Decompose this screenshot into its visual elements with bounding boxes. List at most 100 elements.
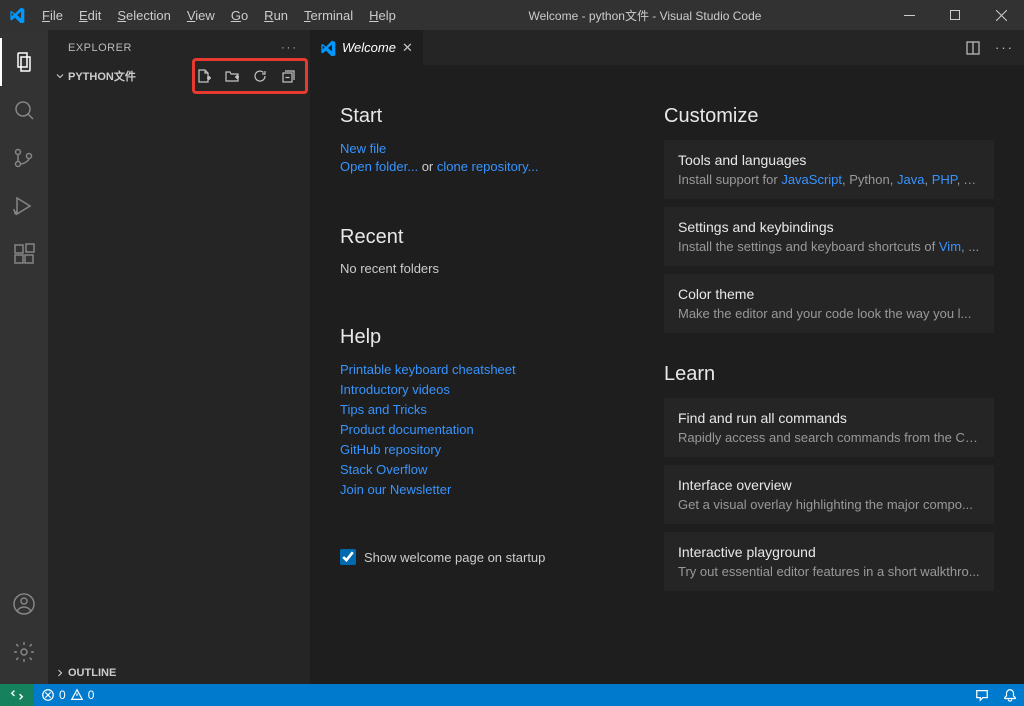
recent-section: Recent No recent folders bbox=[340, 226, 624, 276]
new-folder-icon[interactable] bbox=[224, 68, 240, 84]
card-title: Color theme bbox=[678, 286, 980, 302]
card-title: Find and run all commands bbox=[678, 410, 980, 426]
welcome-page: Start New file Open folder... or clone r… bbox=[310, 65, 1024, 684]
card-settings-keybindings[interactable]: Settings and keybindings Install the set… bbox=[664, 207, 994, 266]
outline-label: OUTLINE bbox=[68, 667, 116, 679]
sidebar-more-icon[interactable]: ··· bbox=[281, 42, 298, 54]
learn-heading: Learn bbox=[664, 363, 994, 386]
status-notifications[interactable] bbox=[996, 688, 1024, 702]
split-editor-icon[interactable] bbox=[965, 40, 981, 56]
tab-welcome[interactable]: Welcome ✕ bbox=[310, 30, 423, 65]
help-heading: Help bbox=[340, 326, 624, 349]
sidebar-title: EXPLORER bbox=[68, 42, 132, 54]
menu-view[interactable]: View bbox=[179, 4, 223, 27]
activity-source-control[interactable] bbox=[0, 134, 48, 182]
help-link[interactable]: Introductory videos bbox=[340, 382, 450, 397]
card-body: Install the settings and keyboard shortc… bbox=[678, 239, 980, 254]
titlebar: File Edit Selection View Go Run Terminal… bbox=[0, 0, 1024, 30]
new-file-icon[interactable] bbox=[196, 68, 212, 84]
help-link[interactable]: GitHub repository bbox=[340, 442, 441, 457]
remote-indicator[interactable] bbox=[0, 684, 34, 706]
show-on-startup-label: Show welcome page on startup bbox=[364, 550, 545, 565]
card-tools-languages[interactable]: Tools and languages Install support for … bbox=[664, 140, 994, 199]
menu-selection[interactable]: Selection bbox=[109, 4, 178, 27]
warnings-count: 0 bbox=[88, 688, 95, 702]
vscode-logo-icon bbox=[320, 40, 336, 56]
help-link[interactable]: Stack Overflow bbox=[340, 462, 427, 477]
menu-file[interactable]: File bbox=[34, 4, 71, 27]
welcome-right-column: Customize Tools and languages Install su… bbox=[664, 105, 994, 664]
card-body: Try out essential editor features in a s… bbox=[678, 564, 980, 579]
start-heading: Start bbox=[340, 105, 624, 128]
more-actions-icon[interactable]: ··· bbox=[995, 40, 1014, 55]
card-body: Make the editor and your code look the w… bbox=[678, 306, 980, 321]
collapse-all-icon[interactable] bbox=[280, 68, 296, 84]
menu-bar: File Edit Selection View Go Run Terminal… bbox=[34, 4, 404, 27]
folder-name: PYTHON文件 bbox=[68, 68, 136, 84]
open-folder-link[interactable]: Open folder... bbox=[340, 159, 418, 174]
menu-edit[interactable]: Edit bbox=[71, 4, 109, 27]
card-body: Get a visual overlay highlighting the ma… bbox=[678, 497, 980, 512]
window-controls bbox=[886, 0, 1024, 30]
help-link[interactable]: Tips and Tricks bbox=[340, 402, 427, 417]
menu-run[interactable]: Run bbox=[256, 4, 296, 27]
card-body: Rapidly access and search commands from … bbox=[678, 430, 980, 445]
main-area: EXPLORER ··· PYTHON文件 OUTLINE Welcome ✕ bbox=[0, 30, 1024, 684]
sidebar-explorer: EXPLORER ··· PYTHON文件 OUTLINE bbox=[48, 30, 310, 684]
help-section: Help Printable keyboard cheatsheet Intro… bbox=[340, 326, 624, 499]
activity-extensions[interactable] bbox=[0, 230, 48, 278]
new-file-link[interactable]: New file bbox=[340, 141, 386, 156]
customize-heading: Customize bbox=[664, 105, 994, 128]
window-title: Welcome - python文件 - Visual Studio Code bbox=[404, 7, 886, 24]
help-link[interactable]: Printable keyboard cheatsheet bbox=[340, 362, 516, 377]
show-on-startup-row: Show welcome page on startup bbox=[340, 549, 624, 565]
chevron-down-icon bbox=[52, 70, 68, 82]
tab-label: Welcome bbox=[342, 40, 396, 55]
menu-go[interactable]: Go bbox=[223, 4, 256, 27]
help-link[interactable]: Product documentation bbox=[340, 422, 474, 437]
editor-group: Welcome ✕ ··· Start New file Open folder… bbox=[310, 30, 1024, 684]
maximize-button[interactable] bbox=[932, 0, 978, 30]
or-text: or bbox=[422, 159, 437, 174]
help-link[interactable]: Join our Newsletter bbox=[340, 482, 451, 497]
refresh-icon[interactable] bbox=[252, 68, 268, 84]
menu-terminal[interactable]: Terminal bbox=[296, 4, 361, 27]
recent-heading: Recent bbox=[340, 226, 624, 249]
editor-actions: ··· bbox=[965, 30, 1024, 65]
close-button[interactable] bbox=[978, 0, 1024, 30]
start-section: Start New file Open folder... or clone r… bbox=[340, 105, 624, 176]
card-title: Interface overview bbox=[678, 477, 980, 493]
tab-close-icon[interactable]: ✕ bbox=[402, 40, 413, 56]
card-title: Tools and languages bbox=[678, 152, 980, 168]
status-problems[interactable]: 0 0 bbox=[34, 684, 101, 706]
card-interactive-playground[interactable]: Interactive playground Try out essential… bbox=[664, 532, 994, 591]
welcome-left-column: Start New file Open folder... or clone r… bbox=[340, 105, 624, 664]
clone-repo-link[interactable]: clone repository... bbox=[437, 159, 539, 174]
activity-run-debug[interactable] bbox=[0, 182, 48, 230]
status-feedback[interactable] bbox=[968, 688, 996, 702]
tabs-bar: Welcome ✕ ··· bbox=[310, 30, 1024, 65]
chevron-right-icon bbox=[52, 667, 68, 679]
outline-header[interactable]: OUTLINE bbox=[48, 662, 310, 684]
card-title: Settings and keybindings bbox=[678, 219, 980, 235]
minimize-button[interactable] bbox=[886, 0, 932, 30]
sidebar-header: EXPLORER ··· bbox=[48, 30, 310, 65]
card-title: Interactive playground bbox=[678, 544, 980, 560]
activity-bar bbox=[0, 30, 48, 684]
folder-header[interactable]: PYTHON文件 bbox=[48, 65, 310, 87]
card-color-theme[interactable]: Color theme Make the editor and your cod… bbox=[664, 274, 994, 333]
menu-help[interactable]: Help bbox=[361, 4, 404, 27]
recent-none: No recent folders bbox=[340, 261, 624, 276]
errors-count: 0 bbox=[59, 688, 66, 702]
show-on-startup-checkbox[interactable] bbox=[340, 549, 356, 565]
folder-actions bbox=[188, 64, 304, 88]
activity-accounts[interactable] bbox=[0, 580, 48, 628]
status-bar: 0 0 bbox=[0, 684, 1024, 706]
card-body: Install support for JavaScript, Python, … bbox=[678, 172, 980, 187]
card-interface-overview[interactable]: Interface overview Get a visual overlay … bbox=[664, 465, 994, 524]
vscode-logo-icon bbox=[0, 7, 34, 23]
card-find-commands[interactable]: Find and run all commands Rapidly access… bbox=[664, 398, 994, 457]
activity-search[interactable] bbox=[0, 86, 48, 134]
activity-explorer[interactable] bbox=[0, 38, 48, 86]
activity-settings[interactable] bbox=[0, 628, 48, 676]
